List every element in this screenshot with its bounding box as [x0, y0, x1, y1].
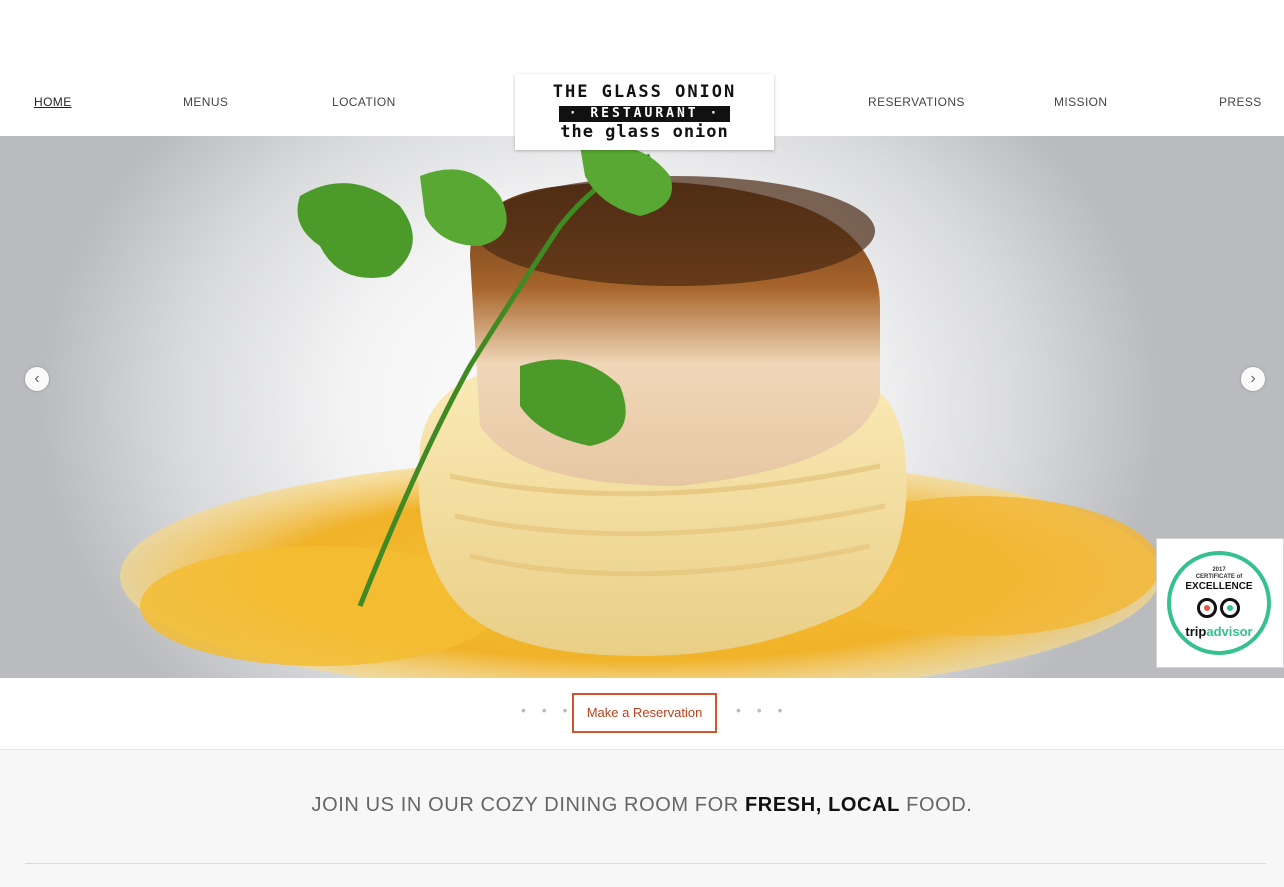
chevron-right-icon[interactable]: ›: [1241, 367, 1265, 391]
tripadvisor-circle: 2017 CERTIFICATE of EXCELLENCE tripadvis…: [1167, 551, 1271, 655]
nav-press[interactable]: PRESS: [1219, 95, 1262, 109]
intro-section: JOIN US IN OUR COZY DINING ROOM FOR FRES…: [0, 750, 1284, 887]
tripadvisor-wordmark: tripadvisor: [1185, 624, 1253, 639]
logo-line-2: · RESTAURANT ·: [558, 106, 731, 122]
nav-mission[interactable]: MISSION: [1054, 95, 1107, 109]
restaurant-logo[interactable]: THE GLASS ONION · RESTAURANT · the glass…: [515, 74, 774, 150]
nav-location[interactable]: LOCATION: [332, 95, 396, 109]
reservation-strip: • • • Make a Reservation • • •: [0, 678, 1284, 750]
nav-home[interactable]: HOME: [34, 95, 72, 109]
tripadvisor-owl-icon: [1193, 596, 1245, 622]
logo-line-1: THE GLASS ONION: [552, 82, 737, 102]
badge-certificate: CERTIFICATE of: [1195, 574, 1243, 580]
nav-reservations[interactable]: RESERVATIONS: [868, 95, 965, 109]
badge-excellence: EXCELLENCE: [1185, 581, 1253, 592]
logo-line-3: the glass onion: [560, 122, 729, 142]
tripadvisor-badge[interactable]: 2017 CERTIFICATE of EXCELLENCE tripadvis…: [1156, 538, 1284, 668]
nav-menus[interactable]: MENUS: [183, 95, 228, 109]
hero-slideshow: ‹ ›: [0, 136, 1284, 678]
make-reservation-button[interactable]: Make a Reservation: [572, 693, 717, 733]
chevron-left-icon[interactable]: ‹: [25, 367, 49, 391]
tagline: JOIN US IN OUR COZY DINING ROOM FOR FRES…: [311, 794, 973, 816]
section-divider: [25, 863, 1266, 864]
decorative-dots-right: • • •: [736, 702, 789, 718]
decorative-dots-left: • • •: [521, 702, 574, 718]
